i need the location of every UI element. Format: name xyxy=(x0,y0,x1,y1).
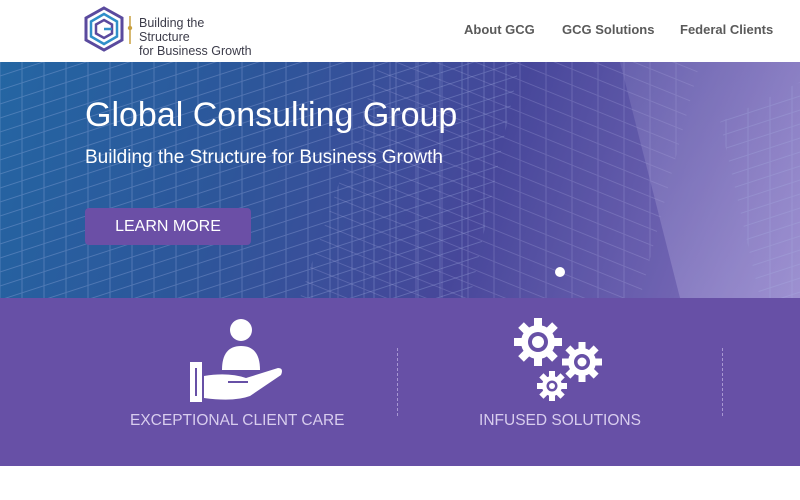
feature-divider xyxy=(722,348,723,416)
gears-icon xyxy=(514,316,606,409)
hero-subtitle: Building the Structure for Business Grow… xyxy=(85,147,444,168)
nav-federal-clients[interactable]: Federal Clients xyxy=(680,22,773,37)
main-nav: About GCG GCG Solutions Federal Clients xyxy=(0,22,800,42)
hand-holding-person-icon xyxy=(188,318,284,409)
feature-label-infused-solutions: INFUSED SOLUTIONS xyxy=(479,412,641,429)
learn-more-button[interactable]: LEARN MORE xyxy=(85,208,251,245)
hero-banner: Global Consulting Group Building the Str… xyxy=(0,62,800,298)
feature-label-client-care: EXCEPTIONAL CLIENT CARE xyxy=(130,412,345,429)
nav-about-gcg[interactable]: About GCG xyxy=(464,22,535,37)
nav-gcg-solutions[interactable]: GCG Solutions xyxy=(562,22,654,37)
feature-divider xyxy=(397,348,398,416)
hero-title: Global Consulting Group xyxy=(85,96,458,134)
features-band: EXCEPTIONAL CLIENT CARE INFUSED SOLUTION… xyxy=(0,298,800,466)
slide-indicator-dot[interactable] xyxy=(555,267,565,277)
site-header: Building the Structure for Business Grow… xyxy=(0,0,800,63)
